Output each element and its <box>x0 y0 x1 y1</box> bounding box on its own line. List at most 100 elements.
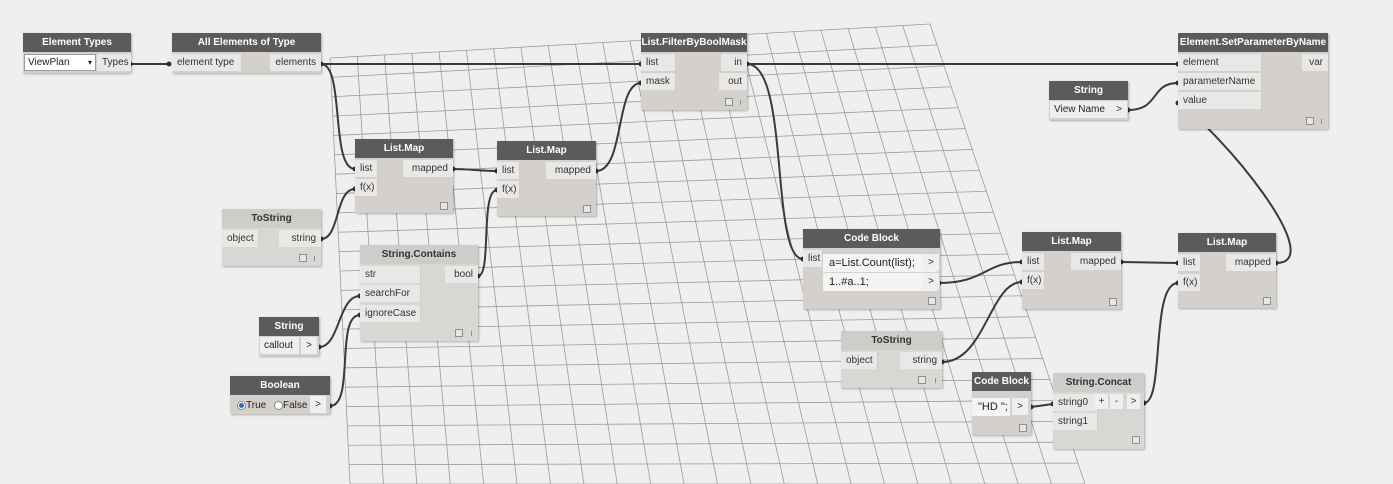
output-port-bool[interactable]: bool <box>445 266 478 283</box>
node-title[interactable]: Element Types <box>23 33 131 52</box>
add-input-button[interactable]: + <box>1095 394 1108 409</box>
output-port-1[interactable]: > <box>1012 398 1028 415</box>
node-title[interactable]: Code Block <box>803 229 940 248</box>
output-port-types[interactable]: Types <box>97 54 131 71</box>
input-port-search-for[interactable]: searchFor <box>360 285 421 302</box>
node-title[interactable]: List.FilterByBoolMask <box>641 33 747 52</box>
preview-toggle-icon[interactable] <box>1132 436 1140 444</box>
node-title[interactable]: String.Contains <box>360 245 478 264</box>
radio-empty-icon[interactable] <box>274 401 283 410</box>
node-list-map-3[interactable]: List.Map list f(x) mapped <box>1022 232 1121 309</box>
wire[interactable] <box>320 188 356 240</box>
output-port-var[interactable]: var <box>1302 54 1328 71</box>
node-list-map-2[interactable]: List.Map list f(x) mapped <box>497 141 596 216</box>
input-port-ignore-case[interactable]: ignoreCase <box>360 305 421 322</box>
output-port-2[interactable]: > <box>923 273 939 290</box>
resize-grip-icon[interactable] <box>471 331 472 336</box>
radio-selected-icon[interactable] <box>237 401 246 410</box>
node-title[interactable]: ToString <box>841 331 942 350</box>
node-title[interactable]: String.Concat <box>1053 373 1144 392</box>
input-port-element-type[interactable]: element type <box>172 54 242 71</box>
output-port-string[interactable]: > <box>301 337 317 354</box>
node-title[interactable]: Boolean <box>230 376 330 395</box>
node-title[interactable]: ToString <box>222 209 321 228</box>
wire[interactable] <box>318 295 361 348</box>
output-port-out[interactable]: out <box>719 73 747 90</box>
preview-toggle-icon[interactable] <box>1109 298 1117 306</box>
input-port-mask[interactable]: mask <box>641 73 676 90</box>
node-string-concat[interactable]: String.Concat string0 string1 + - > <box>1053 373 1144 449</box>
node-title[interactable]: Element.SetParameterByName <box>1178 33 1328 52</box>
output-port-string[interactable]: > <box>1127 394 1140 409</box>
wire[interactable] <box>595 82 642 172</box>
input-port-value[interactable]: value <box>1178 92 1262 109</box>
string-value-field[interactable]: View Name <box>1050 101 1113 118</box>
input-port-str[interactable]: str <box>360 266 421 283</box>
preview-toggle-icon[interactable] <box>299 254 307 262</box>
remove-input-button[interactable]: - <box>1110 394 1123 409</box>
node-string-callout[interactable]: String callout > <box>259 317 319 356</box>
node-string-view-name[interactable]: String View Name > <box>1049 81 1128 120</box>
node-title[interactable]: Code Block <box>972 372 1031 391</box>
preview-toggle-icon[interactable] <box>1263 297 1271 305</box>
output-port-string[interactable]: string <box>900 352 942 369</box>
input-port-list[interactable]: list <box>497 162 520 179</box>
resize-grip-icon[interactable] <box>740 100 741 105</box>
input-port-list[interactable]: list <box>1178 254 1201 271</box>
output-port-boolean[interactable]: > <box>310 396 326 413</box>
input-port-string0[interactable]: string0 <box>1053 394 1098 411</box>
node-title[interactable]: List.Map <box>355 139 453 158</box>
code-line-1[interactable]: a=List.Count(list); <box>823 254 937 272</box>
input-port-fx[interactable]: f(x) <box>355 179 378 196</box>
wire[interactable] <box>452 168 498 172</box>
node-code-block-1[interactable]: Code Block list a=List.Count(list); 1..#… <box>803 229 940 309</box>
dynamo-graph-canvas[interactable]: Element Types ViewPlan ▾ Types All Eleme… <box>0 0 1393 484</box>
input-port-list[interactable]: list <box>355 160 378 177</box>
output-port-mapped[interactable]: mapped <box>403 160 453 177</box>
preview-toggle-icon[interactable] <box>440 202 448 210</box>
output-port-elements[interactable]: elements <box>270 54 321 71</box>
wire[interactable] <box>746 63 804 260</box>
node-element-types[interactable]: Element Types ViewPlan ▾ Types <box>23 33 131 73</box>
input-port-list[interactable]: list <box>1022 253 1045 270</box>
output-port-string[interactable]: > <box>1111 101 1127 118</box>
input-port-fx[interactable]: f(x) <box>497 181 520 198</box>
input-port-list[interactable]: list <box>641 54 676 71</box>
input-port-object[interactable]: object <box>222 230 259 247</box>
radio-false-label[interactable]: False <box>283 400 307 412</box>
wire[interactable] <box>329 314 361 407</box>
output-port-mapped[interactable]: mapped <box>546 162 596 179</box>
node-title[interactable]: List.Map <box>1022 232 1121 251</box>
preview-toggle-icon[interactable] <box>1306 117 1314 125</box>
input-port-object[interactable]: object <box>841 352 878 369</box>
wire[interactable] <box>1120 261 1179 264</box>
radio-true-label[interactable]: True <box>246 400 266 412</box>
node-list-map-1[interactable]: List.Map list f(x) mapped <box>355 139 453 213</box>
wire[interactable] <box>477 189 498 277</box>
output-port-1[interactable]: > <box>923 254 939 271</box>
input-port-fx[interactable]: f(x) <box>1178 274 1201 291</box>
node-title[interactable]: List.Map <box>1178 233 1276 252</box>
node-list-filter-by-bool-mask[interactable]: List.FilterByBoolMask list mask in out <box>641 33 747 110</box>
element-type-dropdown[interactable]: ViewPlan ▾ <box>24 54 96 71</box>
input-port-fx[interactable]: f(x) <box>1022 272 1045 289</box>
wire[interactable] <box>1143 282 1179 404</box>
node-tostring-2[interactable]: ToString object string <box>841 331 942 388</box>
node-list-map-4[interactable]: List.Map list f(x) mapped <box>1178 233 1276 308</box>
wire[interactable] <box>1030 403 1054 408</box>
wire[interactable] <box>320 63 356 170</box>
preview-toggle-icon[interactable] <box>918 376 926 384</box>
node-boolean[interactable]: Boolean True False > <box>230 376 330 414</box>
output-port-mapped[interactable]: mapped <box>1226 254 1276 271</box>
input-port-list[interactable]: list <box>803 250 823 267</box>
wire[interactable] <box>941 281 1023 363</box>
node-title[interactable]: String <box>259 317 319 336</box>
input-port-parameter-name[interactable]: parameterName <box>1178 73 1262 90</box>
node-code-block-2[interactable]: Code Block "HD "; > <box>972 372 1031 435</box>
input-port-element[interactable]: element <box>1178 54 1262 71</box>
resize-grip-icon[interactable] <box>314 256 315 261</box>
node-string-contains[interactable]: String.Contains str searchFor ignoreCase… <box>360 245 478 341</box>
code-line-1[interactable]: "HD "; <box>972 398 1010 416</box>
resize-grip-icon[interactable] <box>935 378 936 383</box>
node-all-elements-of-type[interactable]: All Elements of Type element type elemen… <box>172 33 321 73</box>
